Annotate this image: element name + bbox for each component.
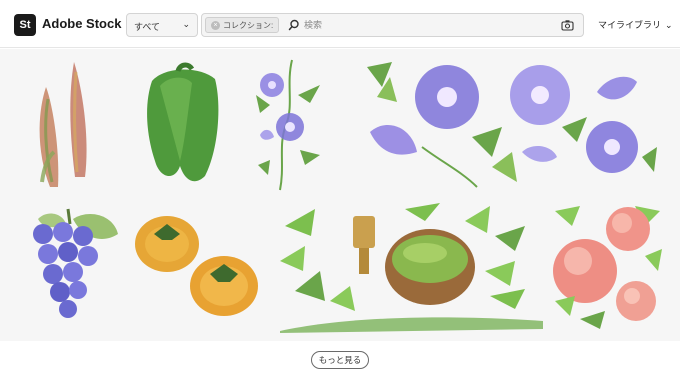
- green-pepper-tile[interactable]: [140, 61, 225, 186]
- content-type-filter-value: すべて: [134, 22, 161, 32]
- search-input[interactable]: [304, 17, 554, 33]
- collection-chip[interactable]: × コレクション:: [205, 17, 279, 33]
- content-type-filter[interactable]: すべて ⌄: [126, 13, 198, 37]
- adobe-stock-title[interactable]: Adobe Stock: [42, 16, 121, 31]
- persimmons-tile[interactable]: [132, 214, 267, 324]
- matcha-tea-tile[interactable]: [275, 201, 545, 333]
- chevron-down-icon: ⌄: [665, 20, 673, 30]
- camera-icon[interactable]: [561, 19, 574, 31]
- image-gallery: [0, 49, 680, 341]
- load-more-button[interactable]: もっと見る: [311, 351, 369, 369]
- close-icon[interactable]: ×: [211, 21, 220, 30]
- morning-glory-flowers-tile[interactable]: [362, 57, 662, 192]
- collection-chip-label: コレクション:: [223, 21, 274, 30]
- my-library-label: マイライブラリ: [598, 20, 662, 30]
- bamboo-shoots-tile[interactable]: [30, 57, 110, 192]
- top-bar: St Adobe Stock すべて ⌄ × コレクション: マイライブラリ⌄: [0, 0, 680, 48]
- adobe-stock-logo[interactable]: St: [14, 14, 36, 36]
- peaches-tile[interactable]: [550, 201, 665, 331]
- morning-glory-vine-tile[interactable]: [250, 55, 330, 195]
- chevron-down-icon: ⌄: [182, 19, 190, 29]
- grapes-tile[interactable]: [18, 204, 123, 329]
- search-bar[interactable]: × コレクション:: [201, 13, 584, 37]
- my-library-menu[interactable]: マイライブラリ ⌄: [598, 18, 673, 31]
- search-icon[interactable]: [288, 19, 300, 31]
